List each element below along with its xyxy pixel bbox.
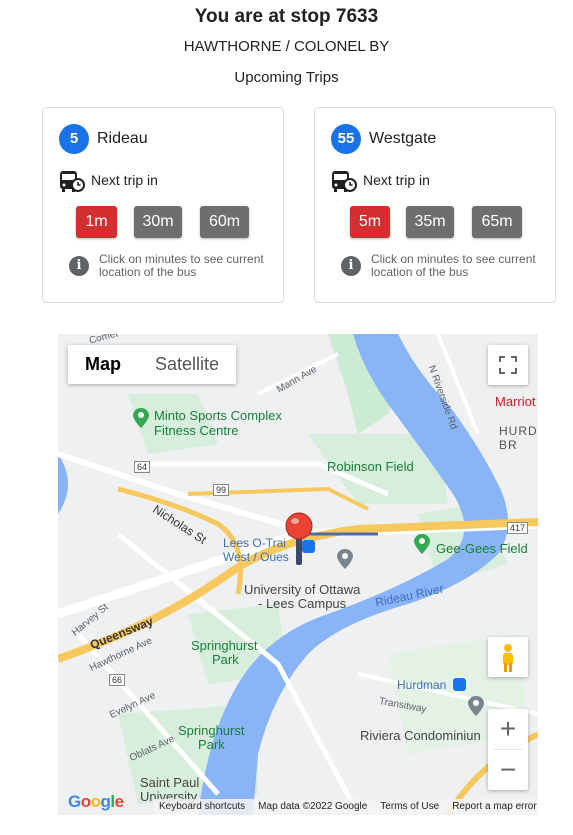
info-text: Click on minutes to see current location… <box>371 252 536 279</box>
trip-button-5m[interactable]: 5m <box>350 206 390 238</box>
map-label: Saint Paul <box>140 775 200 790</box>
google-logo[interactable]: Google <box>68 792 124 812</box>
page-title: You are at stop 7633 <box>194 6 379 27</box>
zoom-control: + − <box>488 709 528 790</box>
route-number-badge: 5 <box>59 124 89 154</box>
map-type-control: Map Satellite <box>68 345 237 384</box>
poi-marker-icon[interactable] <box>414 534 430 554</box>
map-label: West / Oues <box>223 550 289 564</box>
map-label: - Lees Campus <box>258 596 347 611</box>
poi-marker-icon[interactable] <box>468 696 484 716</box>
map-label: Marriot <box>495 394 536 409</box>
map-label: Riviera Condominiun <box>360 728 481 743</box>
next-trip-label: Next trip in <box>91 172 158 188</box>
map-label: Park <box>212 652 239 667</box>
bus-clock-icon <box>332 171 357 192</box>
route-name: Westgate <box>369 130 437 147</box>
map-label: Springhurst <box>178 723 245 738</box>
next-trip-label: Next trip in <box>363 172 430 188</box>
highway-shield: 417 <box>507 522 529 534</box>
map-type-map-button[interactable]: Map <box>68 345 138 384</box>
map-label: Lees O-Trai <box>223 536 286 550</box>
upcoming-trips-heading: Upcoming Trips <box>234 69 339 86</box>
zoom-out-button[interactable]: − <box>488 750 528 790</box>
trip-button-30m[interactable]: 30m <box>134 206 182 238</box>
trip-button-35m[interactable]: 35m <box>406 206 454 238</box>
stop-name: HAWTHORNE / COLONEL BY <box>183 38 390 55</box>
route-name: Rideau <box>97 130 148 147</box>
map-label: Hurdman <box>397 678 447 692</box>
highway-shield: 99 <box>213 484 230 496</box>
bus-clock-icon <box>60 171 85 192</box>
route-card-55: 55 Westgate Next trip in 5m 35m 65m i Cl… <box>314 107 556 303</box>
map-data-text: Map data ©2022 Google <box>258 801 368 812</box>
poi-marker-icon[interactable] <box>133 408 149 428</box>
map-label: HURD <box>499 424 538 438</box>
map[interactable]: Minto Sports Complex Fitness Centre Robi… <box>58 334 538 815</box>
highway-shield: 66 <box>109 674 126 686</box>
map-label: Park <box>198 737 225 752</box>
route-number-badge: 55 <box>331 124 361 154</box>
map-label: Gee-Gees Field <box>436 541 528 556</box>
map-label: Springhurst <box>191 638 258 653</box>
map-type-satellite-button[interactable]: Satellite <box>138 345 236 384</box>
pegman-icon <box>503 644 513 672</box>
map-label: Minto Sports Complex <box>154 408 282 423</box>
report-error-link[interactable]: Report a map error <box>452 799 536 815</box>
trip-button-1m[interactable]: 1m <box>76 206 117 238</box>
map-label: Robinson Field <box>327 459 414 474</box>
trip-button-60m[interactable]: 60m <box>200 206 249 238</box>
fullscreen-icon <box>499 356 517 374</box>
street-view-pegman-button[interactable] <box>488 637 528 677</box>
map-label: University of Ottawa <box>244 582 361 597</box>
keyboard-shortcuts-link[interactable]: Keyboard shortcuts <box>159 799 245 815</box>
map-label: Fitness Centre <box>154 423 239 438</box>
map-label: BR <box>499 438 518 452</box>
highway-shield: 64 <box>134 461 151 473</box>
info-icon: i <box>341 256 361 276</box>
info-text: Click on minutes to see current location… <box>99 252 264 279</box>
poi-marker-icon[interactable] <box>337 549 353 569</box>
route-card-5: 5 Rideau Next trip in 1m 30m 60m i Click… <box>42 107 284 303</box>
trip-button-65m[interactable]: 65m <box>472 206 522 238</box>
terms-link[interactable]: Terms of Use <box>380 799 439 815</box>
map-attribution: Keyboard shortcuts Map data ©2022 Google… <box>153 799 538 815</box>
transit-station-icon[interactable] <box>453 678 466 691</box>
zoom-in-button[interactable]: + <box>488 709 528 749</box>
fullscreen-button[interactable] <box>488 345 528 385</box>
info-icon: i <box>69 256 89 276</box>
